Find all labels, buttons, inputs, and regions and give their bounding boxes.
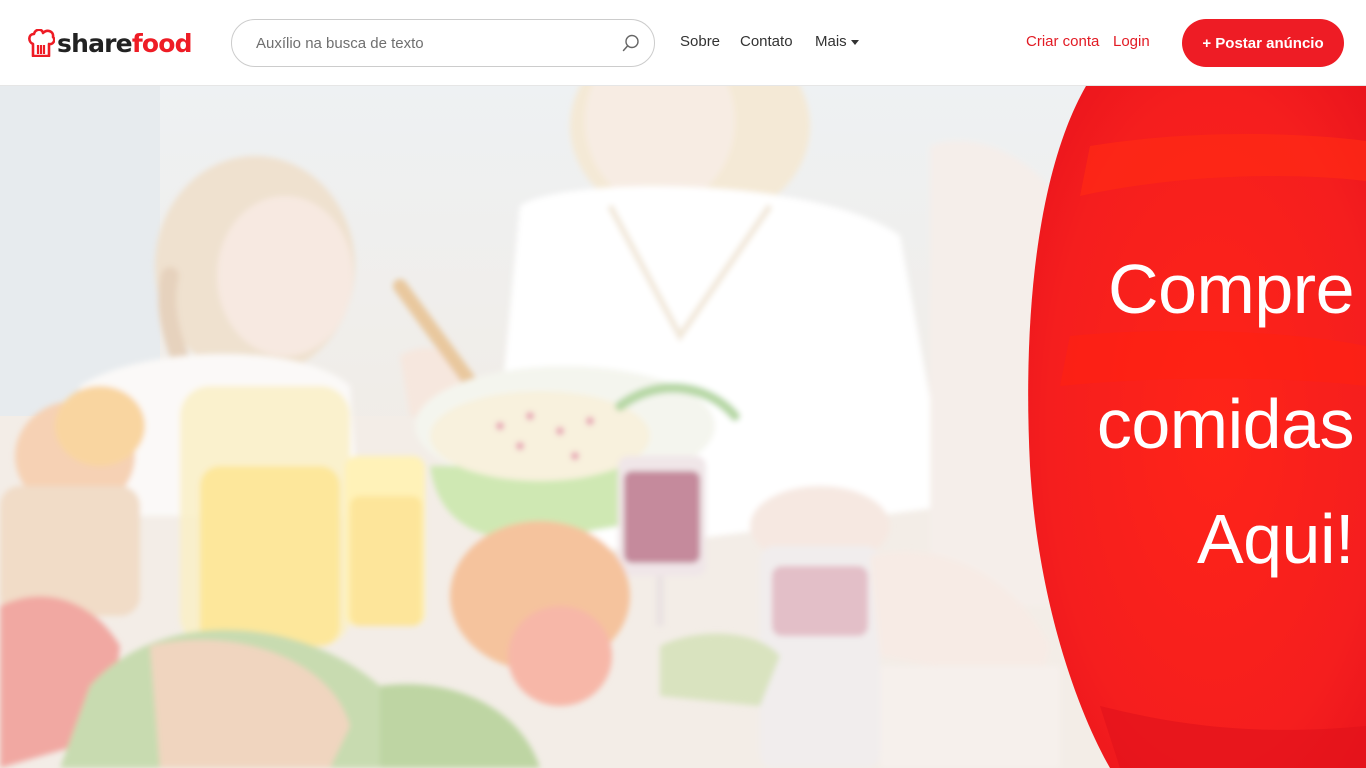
search-input[interactable]	[256, 20, 626, 66]
nav-mais-label: Mais	[815, 33, 847, 50]
hero-headline-line1: Compre	[1108, 250, 1354, 328]
logo-wordmark: sharefood	[57, 28, 193, 58]
sharefood-logo[interactable]: sharefood	[28, 26, 193, 60]
chef-hat-logo-icon	[28, 29, 55, 57]
login-link[interactable]: Login	[1113, 32, 1150, 52]
criar-conta-link[interactable]: Criar conta	[1026, 32, 1099, 52]
nav-contato-link[interactable]: Contato	[740, 32, 793, 52]
postar-anuncio-button[interactable]: + Postar anúncio	[1182, 19, 1344, 67]
nav-sobre-link[interactable]: Sobre	[680, 32, 720, 52]
caret-down-icon	[850, 40, 859, 45]
search-box	[231, 19, 655, 67]
logo-food-text: food	[131, 28, 193, 58]
hero-headline-line2: comidas	[1096, 385, 1355, 463]
site-header: sharefood Sobre Contato Mais Criar conta…	[0, 0, 1366, 86]
hero-headline-line3: Aqui!	[1196, 500, 1355, 578]
nav-mais-dropdown[interactable]: Mais	[815, 32, 859, 52]
logo-share-text: share	[57, 28, 133, 58]
search-icon[interactable]	[622, 34, 640, 52]
hero-banner: Compre comidas Aqui!	[0, 86, 1366, 768]
